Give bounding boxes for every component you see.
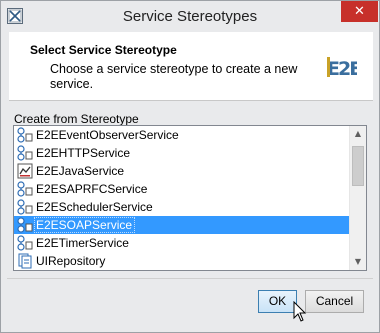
service-icon <box>17 235 33 251</box>
list-item[interactable]: E2EEventObserverService <box>14 126 350 144</box>
header-title: Select Service Stereotype <box>30 43 177 57</box>
window-title: Service Stereotypes <box>122 8 258 25</box>
dialog-header: Select Service Stereotype Choose a servi… <box>9 32 373 101</box>
button-separator <box>7 278 373 279</box>
list-item[interactable]: E2ETimerService <box>14 234 350 252</box>
scroll-up-icon[interactable]: ▲ <box>350 126 366 142</box>
title-bar[interactable]: Service Stereotypes ✕ <box>1 1 379 32</box>
list-items: E2EEventObserverService E2EHTTPService E2E… <box>14 126 350 270</box>
list-item-label: E2ESAPRFCService <box>36 182 148 196</box>
list-item-label: E2ESchedulerService <box>36 200 153 214</box>
list-item[interactable]: E2ESchedulerService <box>14 198 350 216</box>
list-item[interactable]: E2ESAPRFCService <box>14 180 350 198</box>
scroll-down-icon[interactable]: ▼ <box>350 254 366 270</box>
logo-text: E2E <box>327 58 357 80</box>
list-item[interactable]: E2ESOAPService <box>14 216 350 234</box>
java-icon <box>17 163 33 179</box>
list-item[interactable]: E2EJavaService <box>14 162 350 180</box>
cancel-button[interactable]: Cancel <box>305 290 364 313</box>
list-item-label: E2ETimerService <box>36 236 129 250</box>
vertical-scrollbar[interactable]: ▲ ▼ <box>349 126 366 270</box>
e2e-logo-icon: E2E <box>327 54 363 80</box>
list-item-label: E2EHTTPService <box>36 146 131 160</box>
list-item[interactable]: E2EHTTPService <box>14 144 350 162</box>
list-label: Create from Stereotype <box>14 112 139 126</box>
list-item-label: E2ESOAPService <box>34 217 136 233</box>
service-icon <box>17 217 33 233</box>
service-icon <box>17 199 33 215</box>
ok-button[interactable]: OK <box>258 290 297 313</box>
header-description: Choose a service stereotype to create a … <box>50 62 298 91</box>
service-icon <box>17 181 33 197</box>
mouse-cursor-icon <box>293 300 307 323</box>
service-icon <box>17 145 33 161</box>
scroll-thumb[interactable] <box>352 146 364 186</box>
service-icon <box>17 127 33 143</box>
list-item-label: UIRepository <box>36 254 106 268</box>
close-button[interactable]: ✕ <box>341 1 378 22</box>
close-icon: ✕ <box>354 4 365 19</box>
list-item[interactable]: UIRepository <box>14 252 350 270</box>
dialog-window: Service Stereotypes ✕ Select Service Ste… <box>0 0 380 333</box>
list-item-label: E2EJavaService <box>36 164 125 178</box>
list-item-label: E2EEventObserverService <box>36 128 179 142</box>
stereotype-list[interactable]: E2EEventObserverService E2EHTTPService E2E… <box>13 125 367 271</box>
repository-icon <box>17 253 33 269</box>
